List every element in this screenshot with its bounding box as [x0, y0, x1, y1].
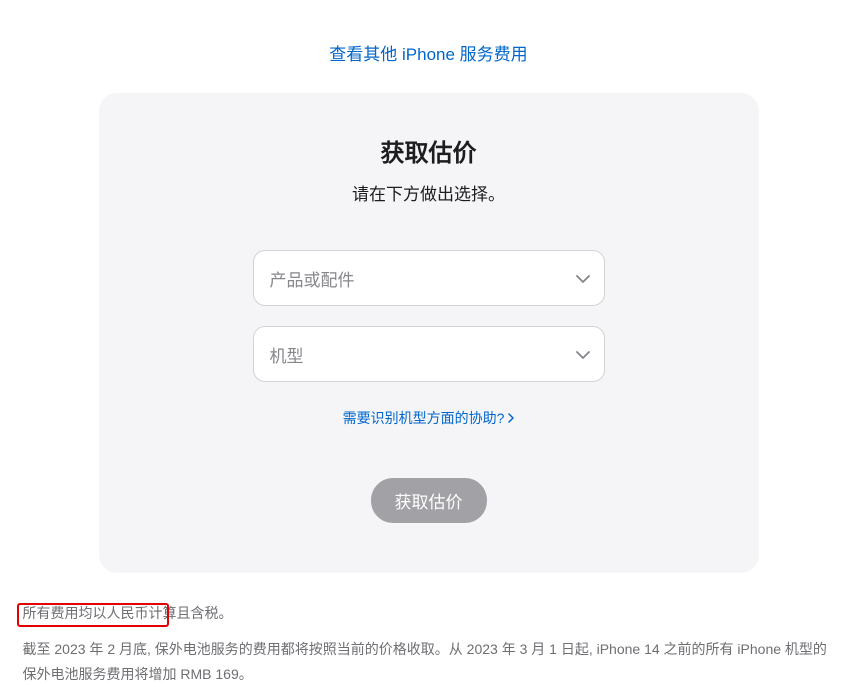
identify-model-help-link[interactable]: 需要识别机型方面的协助? [343, 408, 515, 428]
get-estimate-button[interactable]: 获取估价 [371, 478, 487, 523]
card-subtitle: 请在下方做出选择。 [139, 180, 719, 205]
chevron-down-icon [576, 344, 590, 364]
model-select[interactable]: 机型 [253, 326, 605, 382]
view-other-services-link[interactable]: 查看其他 iPhone 服务费用 [329, 45, 527, 64]
footer-text: 所有费用均以人民币计算且含税。 截至 2023 年 2 月底, 保外电池服务的费… [19, 603, 839, 687]
chevron-right-icon [508, 410, 514, 426]
model-select-placeholder: 机型 [270, 342, 304, 367]
footer-price-notice: 截至 2023 年 2 月底, 保外电池服务的费用都将按照当前的价格收取。从 2… [23, 637, 839, 687]
chevron-down-icon [576, 268, 590, 288]
product-select[interactable]: 产品或配件 [253, 250, 605, 306]
estimate-card: 获取估价 请在下方做出选择。 产品或配件 机型 需要识别机型方面的协助? 获取估… [99, 93, 759, 573]
card-title: 获取估价 [139, 133, 719, 168]
footer-tax-note: 所有费用均以人民币计算且含税。 [23, 603, 839, 623]
help-link-label: 需要识别机型方面的协助? [343, 408, 505, 428]
product-select-placeholder: 产品或配件 [270, 266, 355, 291]
